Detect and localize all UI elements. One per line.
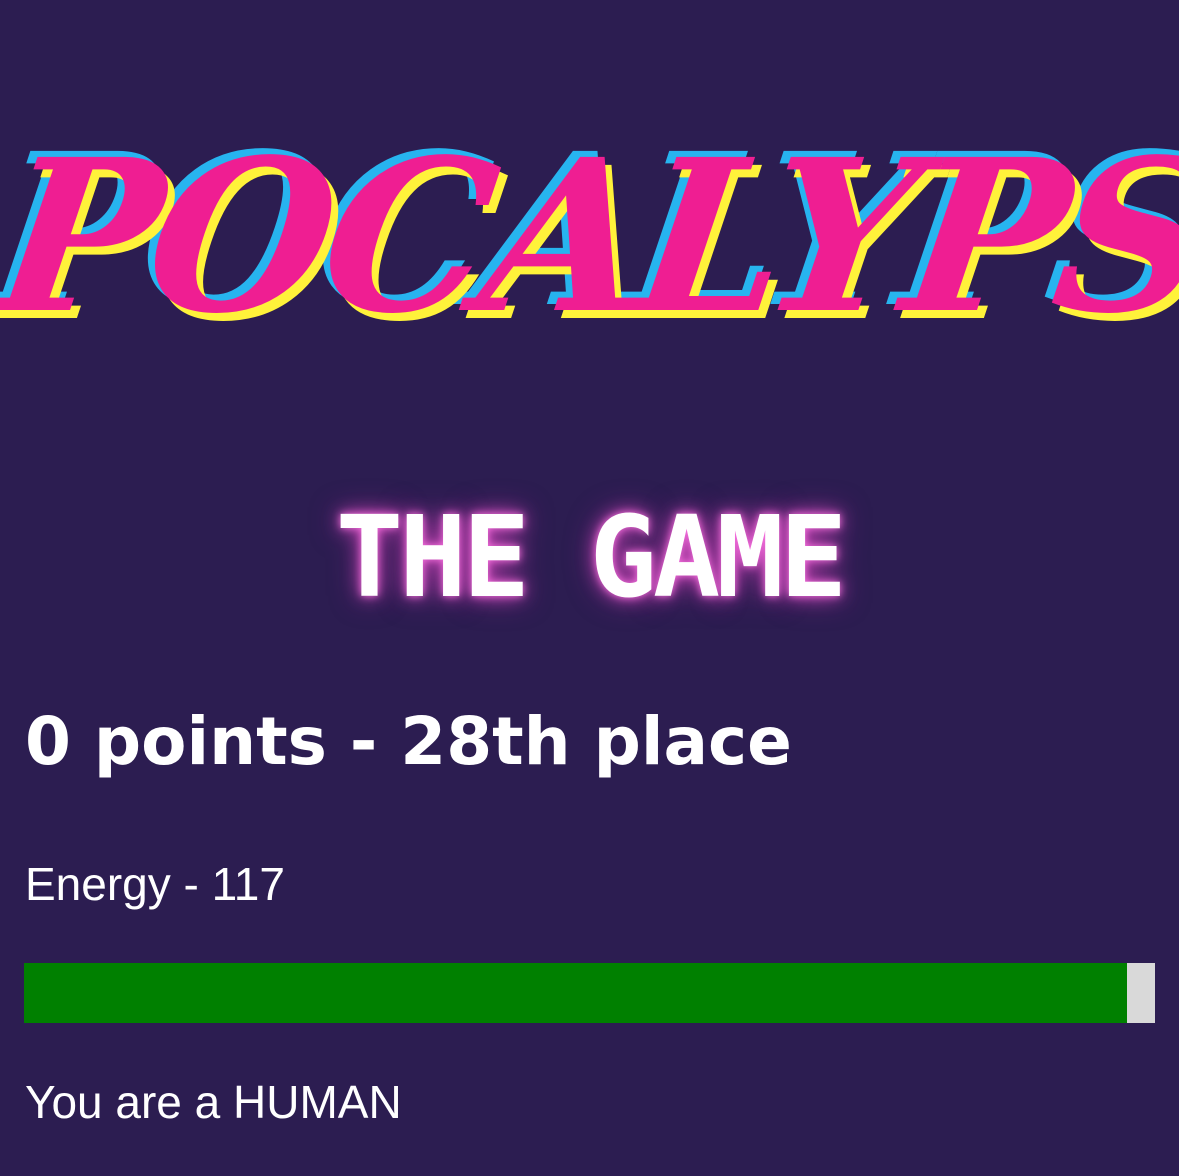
- apocalypse-logo: APOCALYPSE APOCALYPSE APOCALYPSE: [0, 70, 1179, 430]
- game-subtitle: THE GAME: [335, 493, 847, 623]
- score-and-rank: 0 points - 28th place: [25, 703, 792, 780]
- energy-label: Energy - 117: [25, 858, 285, 910]
- logo-graphic: APOCALYPSE APOCALYPSE APOCALYPSE: [0, 107, 1179, 368]
- player-role: You are a HUMAN: [25, 1076, 402, 1128]
- logo-text-main: APOCALYPSE: [0, 113, 1179, 360]
- energy-bar-fill: [24, 963, 1127, 1023]
- energy-bar: [24, 963, 1155, 1023]
